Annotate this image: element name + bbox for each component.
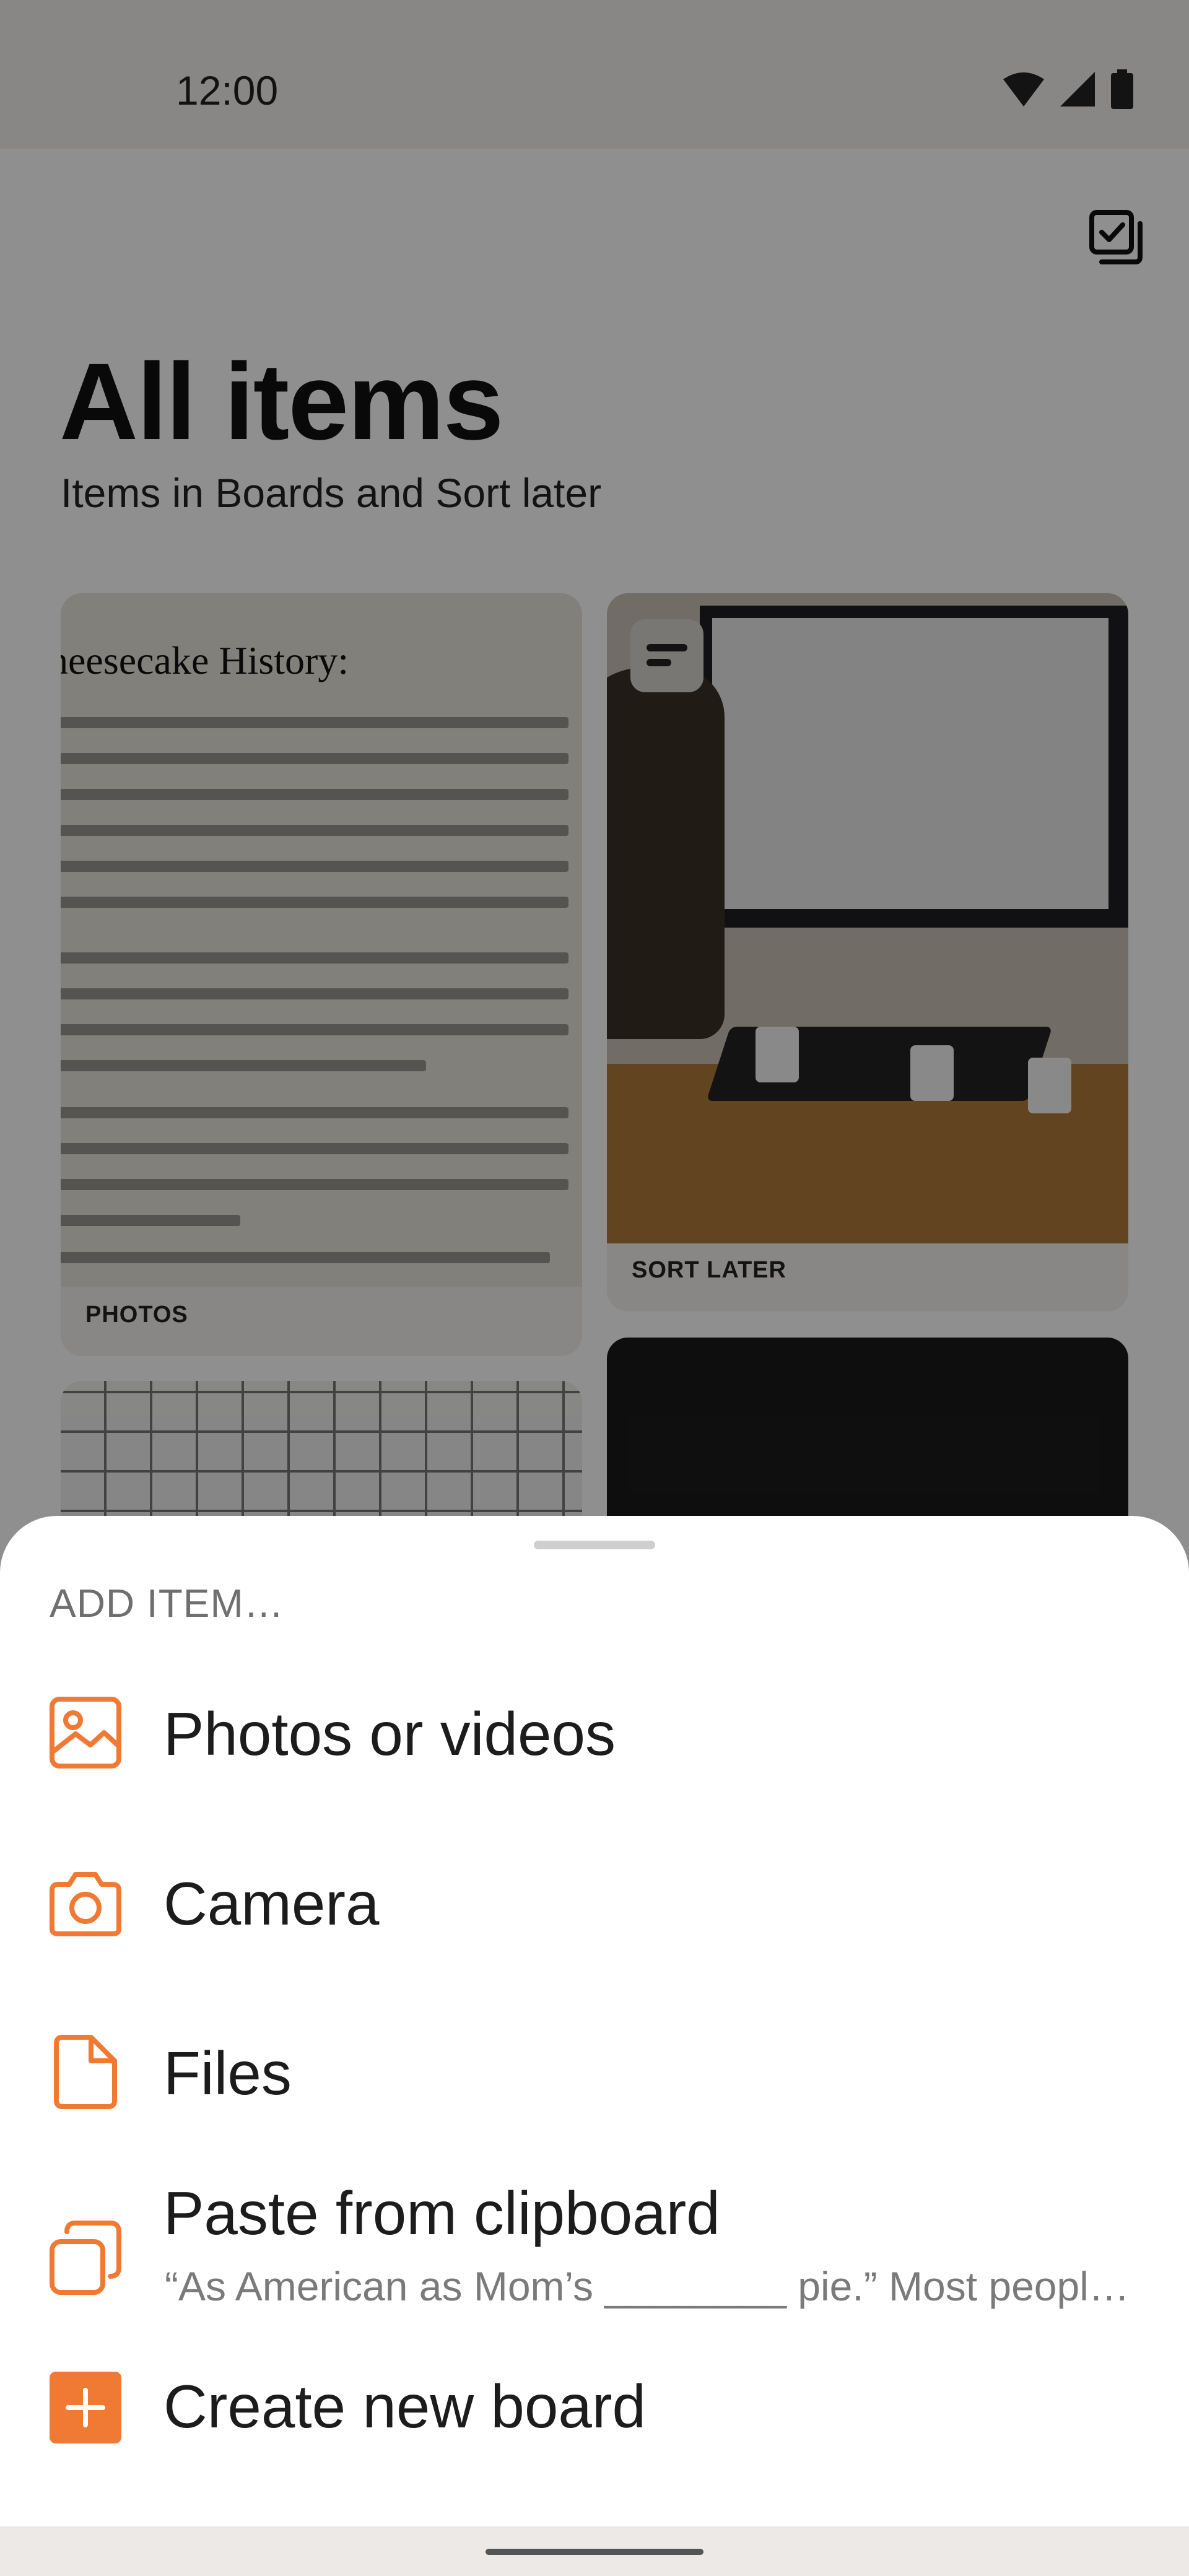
- file-icon: [47, 2034, 124, 2110]
- menu-item-paste-clipboard[interactable]: Paste from clipboard “As American as Mom…: [0, 2160, 1189, 2327]
- menu-item-label: Paste from clipboard: [163, 2179, 720, 2247]
- menu-item-photos-videos[interactable]: Photos or videos: [0, 1656, 1189, 1811]
- camera-icon: [47, 1865, 124, 1942]
- menu-item-label: Camera: [163, 1869, 380, 1938]
- sheet-header: ADD ITEM…: [50, 1581, 284, 1625]
- menu-item-files[interactable]: Files: [0, 1995, 1189, 2150]
- drag-handle[interactable]: [534, 1541, 655, 1549]
- gesture-nav-bar: [0, 2526, 1189, 2576]
- menu-item-label: Create new board: [163, 2372, 647, 2440]
- menu-item-label: Files: [163, 2039, 292, 2107]
- menu-item-camera[interactable]: Camera: [0, 1825, 1189, 1980]
- menu-item-create-board[interactable]: Create new board: [0, 2339, 1189, 2476]
- plus-icon: [47, 2369, 124, 2446]
- clipboard-icon: [47, 2219, 124, 2296]
- clipboard-preview: “As American as Mom’s ________ pie.” Mos…: [165, 2263, 1131, 2309]
- image-icon: [47, 1694, 124, 1771]
- menu-item-label: Photos or videos: [163, 1700, 616, 1768]
- home-indicator[interactable]: [486, 2549, 703, 2555]
- add-item-bottom-sheet: ADD ITEM… Photos or videos Camera Files …: [0, 1516, 1189, 2526]
